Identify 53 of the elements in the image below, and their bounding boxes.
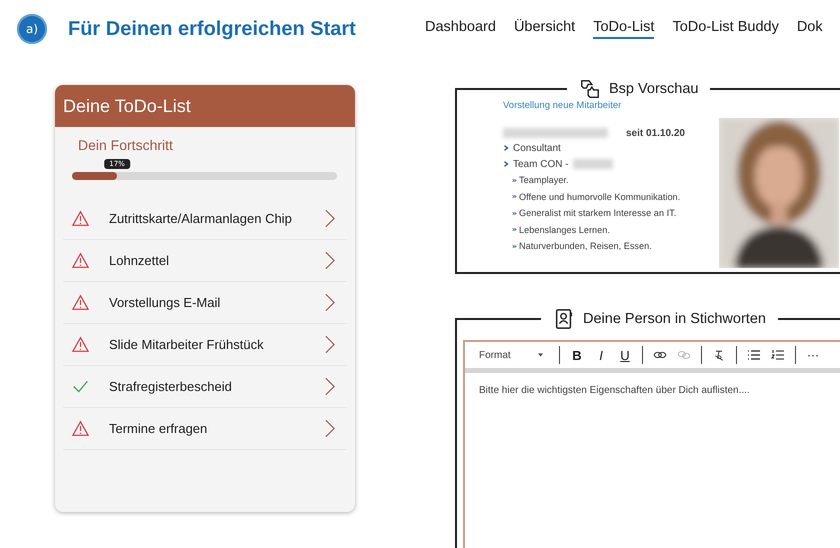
bullet-icon: [512, 178, 517, 183]
logo-badge[interactable]: a): [17, 14, 47, 44]
fact-text: Team CON -: [513, 158, 569, 170]
section-title: Deine Person in Stichworten: [583, 311, 766, 327]
todo-item[interactable]: Lohnzettel: [63, 240, 347, 282]
trait-text: Generalist mit starkem Interesse an IT.: [519, 208, 676, 218]
thumbs-icon: [579, 78, 601, 100]
card-title: Deine ToDo-List: [63, 96, 191, 116]
format-button[interactable]: U: [614, 344, 636, 366]
start-date: seit 01.10.20: [626, 128, 685, 138]
format-button[interactable]: B: [566, 344, 588, 366]
todo-item[interactable]: Vorstellungs E-Mail: [63, 282, 347, 324]
format-button[interactable]: I: [590, 344, 612, 366]
section-title: Bsp Vorschau: [609, 81, 698, 97]
nav-link[interactable]: Dok: [796, 19, 823, 39]
link-icon: [653, 349, 667, 361]
more-button[interactable]: ···: [802, 344, 824, 366]
preview-heading-link[interactable]: Vorstellung neue Mitarbeiter: [503, 100, 715, 111]
todo-item[interactable]: Termine erfragen: [63, 408, 347, 450]
trait-text: Lebenslanges Lernen.: [519, 224, 610, 235]
nav-link[interactable]: Dashboard: [425, 19, 496, 39]
redacted-team: [572, 159, 613, 169]
format-dropdown[interactable]: Format: [475, 344, 553, 366]
trait-text: Teamplayer.: [519, 175, 569, 186]
todo-item[interactable]: Slide Mitarbeiter Frühstück: [63, 324, 347, 366]
nav-link[interactable]: ToDo-List Buddy: [672, 19, 779, 39]
chevron-bullet-icon: [503, 160, 509, 168]
chevron-bullet-icon: [503, 144, 509, 152]
chevron-right-icon: [324, 293, 335, 312]
bullet-icon: [512, 210, 517, 216]
trait-text: Offene und humorvolle Kommunikation.: [519, 192, 680, 202]
chevron-right-icon: [324, 377, 335, 396]
todo-item[interactable]: Zutrittskarte/Alarmanlagen Chip: [63, 198, 347, 240]
todo-item[interactable]: Strafregisterbescheid: [63, 366, 347, 408]
numbered-list-icon: [771, 349, 785, 361]
bullet-list-icon: [747, 349, 761, 361]
bullet-icon: [512, 244, 517, 249]
caret-icon: [538, 353, 543, 357]
site-title: Für Deinen erfolgreichen Start: [68, 18, 356, 40]
chevron-right-icon: [324, 335, 335, 354]
nav-link[interactable]: ToDo-List: [593, 19, 654, 39]
trait-text: Naturverbunden, Reisen, Essen.: [519, 241, 652, 252]
fact-text: Consultant: [513, 142, 561, 154]
nav-link[interactable]: Übersicht: [514, 19, 576, 39]
bullet-icon: [512, 194, 517, 200]
clear-format-icon: [712, 349, 726, 361]
bullet-icon: [512, 227, 517, 232]
unlink-icon: [677, 349, 691, 361]
chevron-right-icon: [324, 209, 335, 228]
progress-label: Dein Fortschritt: [78, 137, 174, 153]
contact-book-icon: [553, 308, 575, 330]
chevron-right-icon: [324, 251, 335, 270]
chevron-right-icon: [324, 419, 335, 438]
